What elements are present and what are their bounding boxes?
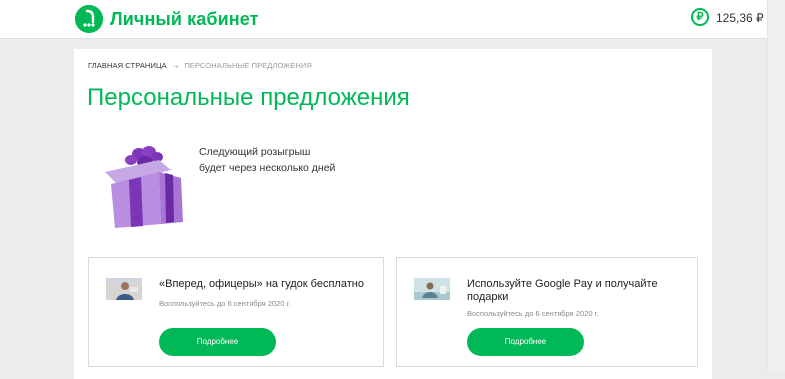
details-button[interactable]: Подробнее — [467, 328, 584, 356]
offer-thumbnail — [106, 278, 142, 300]
app-title[interactable]: Личный кабинет — [110, 9, 259, 30]
megafon-logo-icon[interactable] — [75, 5, 103, 33]
next-draw-line-1: Следующий розыгрыш — [199, 146, 311, 158]
next-draw-info: Следующий розыгрыш будет через несколько… — [199, 144, 335, 176]
page-scrollbar[interactable] — [767, 0, 785, 370]
gift-box-icon — [101, 142, 191, 232]
offer-card[interactable]: «Вперед, офицеры» на гудок бесплатно Вос… — [88, 257, 384, 367]
breadcrumb: ГЛАВНАЯ СТРАНИЦА → ПЕРСОНАЛЬНЫЕ ПРЕДЛОЖЕНИ… — [88, 61, 312, 70]
main-content-card: ГЛАВНАЯ СТРАНИЦА → ПЕРСОНАЛЬНЫЕ ПРЕДЛОЖЕНИ… — [74, 49, 712, 379]
next-draw-line-2: будет через несколько дней — [199, 162, 336, 174]
offer-title[interactable]: Используйте Google Pay и получайте подар… — [467, 278, 692, 304]
breadcrumb-current: ПЕРСОНАЛЬНЫЕ ПРЕДЛОЖЕНИЯ — [184, 61, 312, 70]
balance-amount[interactable]: 125,36 ₽ — [716, 11, 764, 25]
ruble-icon[interactable]: ₽ — [691, 8, 709, 26]
page-title: Персональные предложения — [87, 84, 410, 111]
breadcrumb-home-link[interactable]: ГЛАВНАЯ СТРАНИЦА — [88, 61, 167, 70]
offer-expiry: Воспользуйтесь до 6 сентября 2020 г. — [159, 299, 291, 308]
top-header: Личный кабинет ₽ 125,36 ₽ — [0, 0, 768, 39]
offer-expiry: Воспользуйтесь до 6 сентября 2020 г. — [467, 309, 599, 318]
offer-thumbnail — [414, 278, 450, 300]
offer-card[interactable]: Используйте Google Pay и получайте подар… — [396, 257, 698, 367]
breadcrumb-separator: → — [171, 61, 180, 70]
offer-title[interactable]: «Вперед, офицеры» на гудок бесплатно — [159, 278, 384, 291]
details-button[interactable]: Подробнее — [159, 328, 276, 356]
